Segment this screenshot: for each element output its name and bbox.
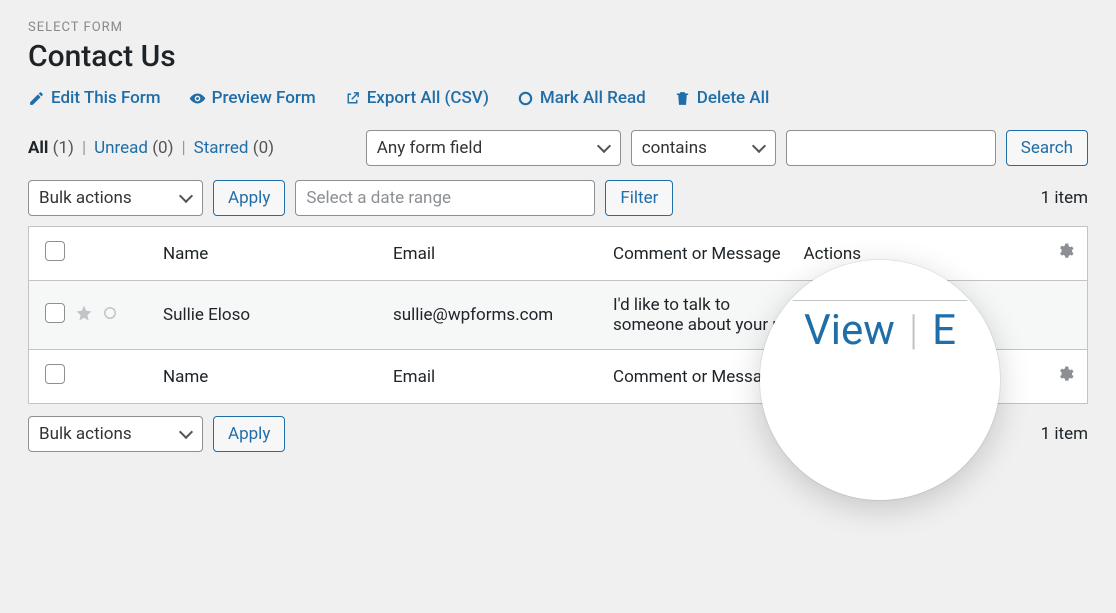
filters-bar: All (1) | Unread (0) | Starred (0) Any f… bbox=[28, 130, 1088, 166]
page-title: Contact Us bbox=[28, 39, 1088, 74]
magnified-view-text: View bbox=[804, 306, 895, 355]
status-filters: All (1) | Unread (0) | Starred (0) bbox=[28, 138, 274, 158]
bulk-apply-button-bottom[interactable]: Apply bbox=[213, 416, 285, 452]
bulk-action-bar-top: Bulk actions Apply Filter 1 item bbox=[28, 180, 1088, 216]
item-count-bottom: 1 item bbox=[1041, 424, 1088, 444]
preview-form-link[interactable]: Preview Form bbox=[189, 88, 316, 108]
search-comparison-select[interactable]: contains bbox=[631, 130, 776, 166]
magnified-next-text: E bbox=[932, 306, 956, 355]
action-links-row: Edit This Form Preview Form Export All (… bbox=[28, 88, 1088, 108]
filter-starred[interactable]: Starred (0) bbox=[194, 138, 274, 158]
delete-all-label: Delete All bbox=[697, 88, 770, 108]
item-count-top: 1 item bbox=[1041, 188, 1088, 208]
preview-form-label: Preview Form bbox=[212, 88, 316, 108]
export-csv-label: Export All (CSV) bbox=[367, 88, 489, 108]
pencil-icon bbox=[28, 90, 45, 107]
date-range-input[interactable] bbox=[295, 180, 595, 216]
cell-message: I'd like to talk to someone about your p bbox=[603, 281, 794, 350]
select-all-checkbox-bottom[interactable] bbox=[45, 364, 65, 384]
select-form-label: SELECT FORM bbox=[28, 20, 1088, 35]
bulk-actions-select-bottom[interactable]: Bulk actions bbox=[28, 416, 203, 452]
select-all-checkbox-top[interactable] bbox=[45, 241, 65, 261]
edit-form-label: Edit This Form bbox=[51, 88, 161, 108]
gear-icon[interactable] bbox=[1056, 368, 1074, 388]
column-header-name[interactable]: Name bbox=[153, 227, 383, 281]
mark-all-read-label: Mark All Read bbox=[540, 88, 646, 108]
delete-all-link[interactable]: Delete All bbox=[674, 88, 770, 108]
circle-icon bbox=[517, 90, 534, 107]
read-indicator-icon[interactable] bbox=[101, 304, 119, 322]
bulk-actions-select-top[interactable]: Bulk actions bbox=[28, 180, 203, 216]
row-indicators bbox=[75, 304, 119, 322]
export-csv-link[interactable]: Export All (CSV) bbox=[344, 88, 489, 108]
bulk-apply-button-top[interactable]: Apply bbox=[213, 180, 285, 216]
column-header-message[interactable]: Comment or Message bbox=[603, 227, 794, 281]
column-header-email[interactable]: Email bbox=[383, 227, 603, 281]
row-checkbox[interactable] bbox=[45, 303, 65, 323]
edit-form-link[interactable]: Edit This Form bbox=[28, 88, 161, 108]
search-field-select[interactable]: Any form field bbox=[366, 130, 621, 166]
search-value-input[interactable] bbox=[786, 130, 996, 166]
filter-unread[interactable]: Unread (0) bbox=[94, 138, 173, 158]
trash-icon bbox=[674, 90, 691, 107]
filter-all[interactable]: All (1) bbox=[28, 138, 74, 158]
filter-button[interactable]: Filter bbox=[605, 180, 673, 216]
cell-name: Sullie Eloso bbox=[153, 281, 383, 350]
eye-icon bbox=[189, 90, 206, 107]
mark-all-read-link[interactable]: Mark All Read bbox=[517, 88, 646, 108]
column-footer-name[interactable]: Name bbox=[153, 350, 383, 404]
cell-email: sullie@wpforms.com bbox=[383, 281, 603, 350]
magnifier-overlay: View | E bbox=[760, 260, 1000, 500]
export-icon bbox=[344, 90, 361, 107]
star-icon[interactable] bbox=[75, 304, 93, 322]
column-footer-email[interactable]: Email bbox=[383, 350, 603, 404]
gear-icon[interactable] bbox=[1056, 245, 1074, 265]
search-button[interactable]: Search bbox=[1006, 130, 1088, 166]
